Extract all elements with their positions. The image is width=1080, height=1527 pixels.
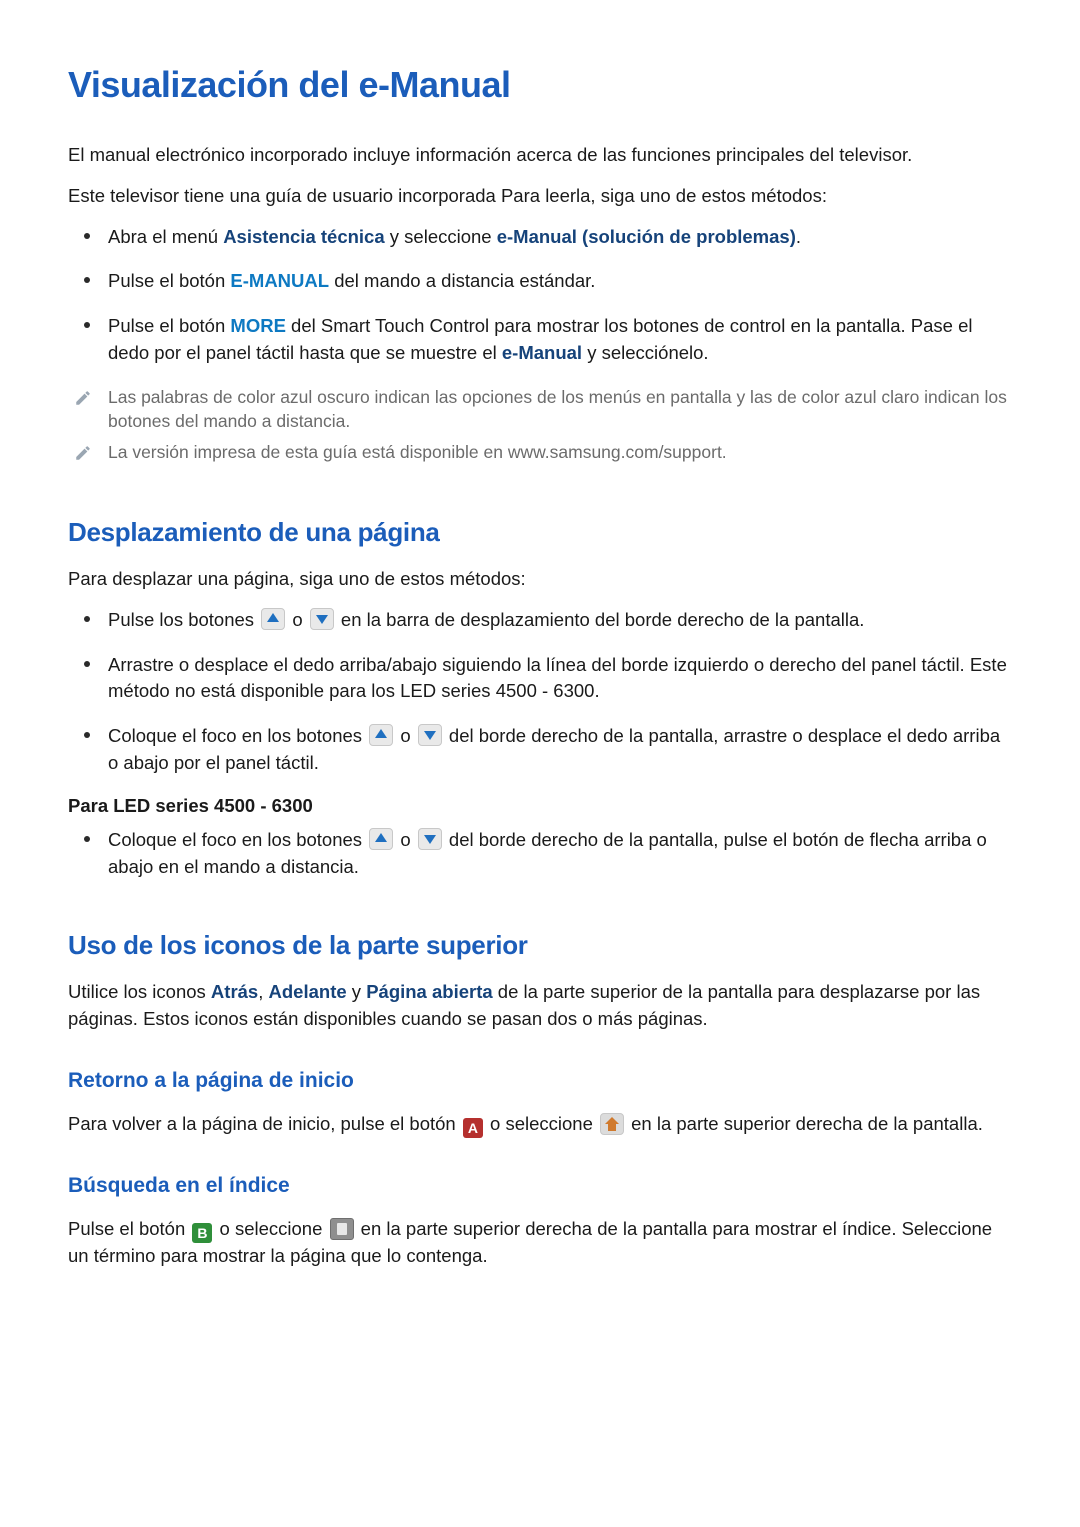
remote-button: MORE [230, 315, 286, 336]
text: Pulse el botón [108, 315, 230, 336]
text: Coloque el foco en los botones [108, 829, 367, 850]
note-row: La versión impresa de esta guía está dis… [74, 440, 1012, 467]
paragraph: Utilice los iconos Atrás, Adelante y Pág… [68, 979, 1012, 1033]
page-title: Visualización del e-Manual [68, 64, 1012, 106]
b-button-icon: B [192, 1223, 212, 1243]
paragraph: Para desplazar una página, siga uno de e… [68, 566, 1012, 593]
text: o [395, 829, 416, 850]
list-item: Coloque el foco en los botones o del bor… [106, 723, 1012, 777]
text: o [287, 609, 308, 630]
list-item: Pulse los botones o en la barra de despl… [106, 607, 1012, 634]
remote-button: E-MANUAL [230, 270, 329, 291]
section-heading: Desplazamiento de una página [68, 517, 1012, 548]
down-arrow-icon [418, 724, 442, 746]
text: en la barra de desplazamiento del borde … [336, 609, 865, 630]
text: o [395, 725, 416, 746]
text: Coloque el foco en los botones [108, 725, 367, 746]
down-arrow-icon [418, 828, 442, 850]
text: Pulse los botones [108, 609, 259, 630]
text: o seleccione [214, 1218, 327, 1239]
home-icon [600, 1113, 624, 1135]
text: Pulse el botón [108, 270, 230, 291]
text: o seleccione [485, 1113, 598, 1134]
list-item: Pulse el botón E-MANUAL del mando a dist… [106, 268, 1012, 295]
text: , [258, 981, 268, 1002]
section-heading: Uso de los iconos de la parte superior [68, 930, 1012, 961]
text: y selecciónelo. [582, 342, 708, 363]
menu-option: Adelante [269, 981, 347, 1002]
menu-option: Página abierta [366, 981, 492, 1002]
intro-paragraph-2: Este televisor tiene una guía de usuario… [68, 183, 1012, 210]
pencil-icon [74, 444, 92, 467]
paragraph: Pulse el botón B o seleccione en la part… [68, 1216, 1012, 1270]
text: en la parte superior derecha de la panta… [626, 1113, 983, 1134]
list-item: Abra el menú Asistencia técnica y selecc… [106, 224, 1012, 251]
up-arrow-icon [369, 828, 393, 850]
subsection-heading: Retorno a la página de inicio [68, 1069, 1012, 1093]
list-item: Pulse el botón MORE del Smart Touch Cont… [106, 313, 1012, 367]
pencil-icon [74, 389, 92, 412]
note-text: Las palabras de color azul oscuro indica… [108, 385, 1012, 434]
text: Abra el menú [108, 226, 223, 247]
document-page: Visualización del e-Manual El manual ele… [0, 0, 1080, 1344]
index-icon [330, 1218, 354, 1240]
a-button-icon: A [463, 1118, 483, 1138]
led-series-list: Coloque el foco en los botones o del bor… [68, 827, 1012, 881]
text: . [796, 226, 801, 247]
list-item: Coloque el foco en los botones o del bor… [106, 827, 1012, 881]
up-arrow-icon [261, 608, 285, 630]
menu-option: Atrás [211, 981, 258, 1002]
text: Utilice los iconos [68, 981, 211, 1002]
menu-option: e-Manual (solución de problemas) [497, 226, 796, 247]
down-arrow-icon [310, 608, 334, 630]
scroll-method-list: Pulse los botones o en la barra de despl… [68, 607, 1012, 777]
subsection-heading: Búsqueda en el índice [68, 1174, 1012, 1198]
intro-paragraph-1: El manual electrónico incorporado incluy… [68, 142, 1012, 169]
text: Para volver a la página de inicio, pulse… [68, 1113, 461, 1134]
note-text: La versión impresa de esta guía está dis… [108, 440, 727, 465]
paragraph: Para volver a la página de inicio, pulse… [68, 1111, 1012, 1138]
list-item: Arrastre o desplace el dedo arriba/abajo… [106, 652, 1012, 706]
text: y [347, 981, 367, 1002]
menu-option: e-Manual [502, 342, 582, 363]
note-row: Las palabras de color azul oscuro indica… [74, 385, 1012, 434]
sub-heading: Para LED series 4500 - 6300 [68, 795, 1012, 817]
up-arrow-icon [369, 724, 393, 746]
text: y seleccione [385, 226, 497, 247]
method-list: Abra el menú Asistencia técnica y selecc… [68, 224, 1012, 367]
text: del mando a distancia estándar. [329, 270, 595, 291]
text: Pulse el botón [68, 1218, 190, 1239]
menu-option: Asistencia técnica [223, 226, 384, 247]
